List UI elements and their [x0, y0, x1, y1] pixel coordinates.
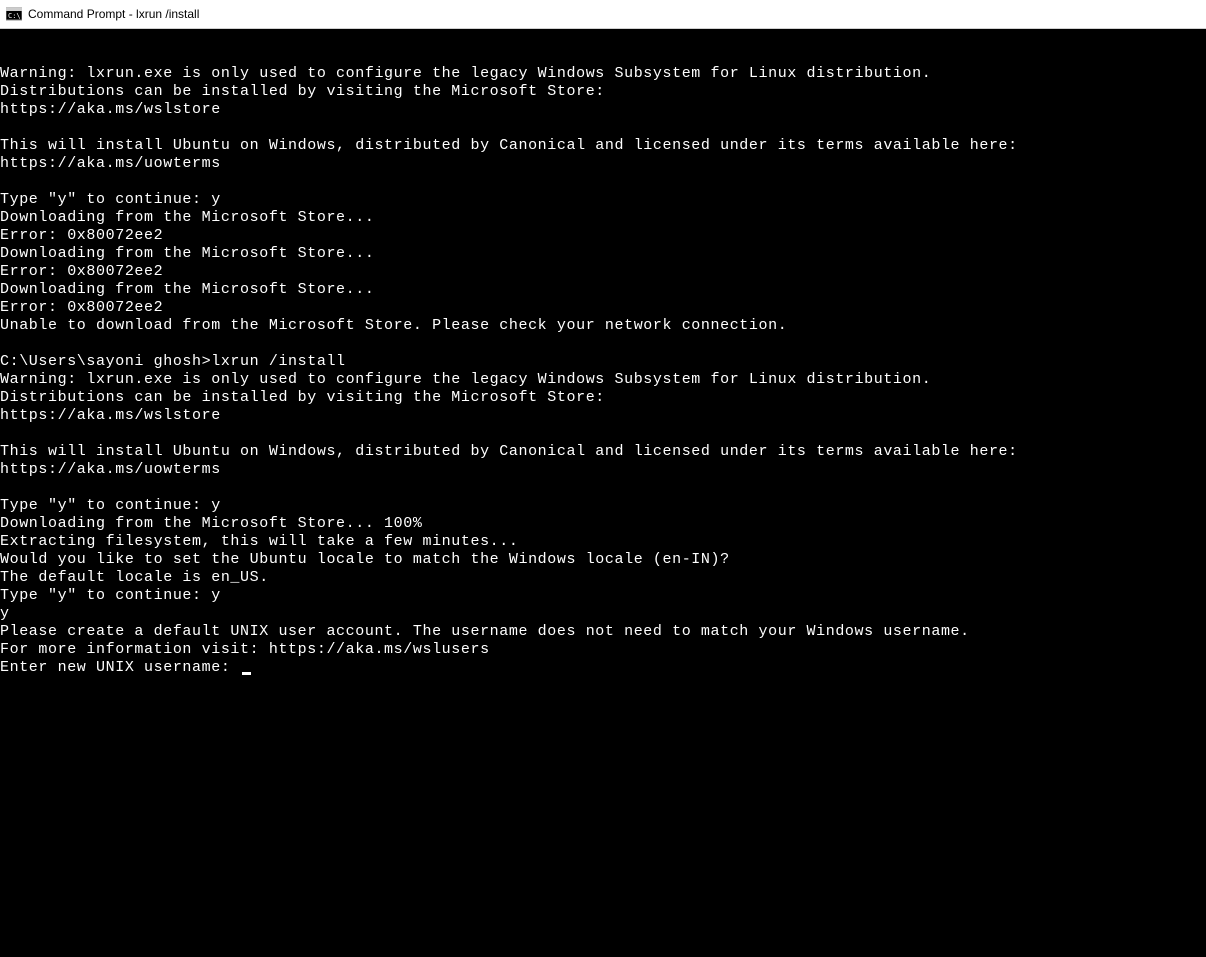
unix-username-prompt: Enter new UNIX username:	[0, 659, 240, 676]
terminal-line: Type "y" to continue: y	[0, 587, 1206, 605]
terminal-line: Warning: lxrun.exe is only used to confi…	[0, 371, 1206, 389]
terminal-line: https://aka.ms/uowterms	[0, 155, 1206, 173]
terminal-line: Distributions can be installed by visiti…	[0, 83, 1206, 101]
terminal-line: Type "y" to continue: y	[0, 191, 1206, 209]
terminal-line: Error: 0x80072ee2	[0, 263, 1206, 281]
terminal-line: C:\Users\sayoni ghosh>lxrun /install	[0, 353, 1206, 371]
terminal-line: This will install Ubuntu on Windows, dis…	[0, 137, 1206, 155]
terminal-line: Error: 0x80072ee2	[0, 227, 1206, 245]
terminal-line: For more information visit: https://aka.…	[0, 641, 1206, 659]
terminal-prompt-line: Enter new UNIX username:	[0, 659, 1206, 677]
terminal-line: y	[0, 605, 1206, 623]
terminal-output[interactable]: Warning: lxrun.exe is only used to confi…	[0, 29, 1206, 695]
window-title: Command Prompt - lxrun /install	[28, 7, 199, 21]
terminal-line: Downloading from the Microsoft Store...	[0, 245, 1206, 263]
terminal-line	[0, 335, 1206, 353]
terminal-line: The default locale is en_US.	[0, 569, 1206, 587]
svg-text:C:\: C:\	[8, 12, 21, 20]
terminal-line: Downloading from the Microsoft Store...	[0, 281, 1206, 299]
cursor	[242, 672, 251, 675]
terminal-line: Unable to download from the Microsoft St…	[0, 317, 1206, 335]
window-titlebar[interactable]: C:\ Command Prompt - lxrun /install	[0, 0, 1206, 29]
terminal-line: Warning: lxrun.exe is only used to confi…	[0, 65, 1206, 83]
terminal-line	[0, 479, 1206, 497]
terminal-line: Would you like to set the Ubuntu locale …	[0, 551, 1206, 569]
cmd-icon: C:\	[6, 6, 22, 22]
terminal-line: This will install Ubuntu on Windows, dis…	[0, 443, 1206, 461]
terminal-line: Extracting filesystem, this will take a …	[0, 533, 1206, 551]
terminal-line: Please create a default UNIX user accoun…	[0, 623, 1206, 641]
terminal-line: Downloading from the Microsoft Store...	[0, 209, 1206, 227]
terminal-line	[0, 173, 1206, 191]
terminal-line	[0, 119, 1206, 137]
terminal-line: https://aka.ms/wslstore	[0, 407, 1206, 425]
terminal-line	[0, 425, 1206, 443]
terminal-line: https://aka.ms/uowterms	[0, 461, 1206, 479]
terminal-line: Type "y" to continue: y	[0, 497, 1206, 515]
terminal-line: Distributions can be installed by visiti…	[0, 389, 1206, 407]
terminal-line: Error: 0x80072ee2	[0, 299, 1206, 317]
terminal-line: https://aka.ms/wslstore	[0, 101, 1206, 119]
terminal-line: Downloading from the Microsoft Store... …	[0, 515, 1206, 533]
